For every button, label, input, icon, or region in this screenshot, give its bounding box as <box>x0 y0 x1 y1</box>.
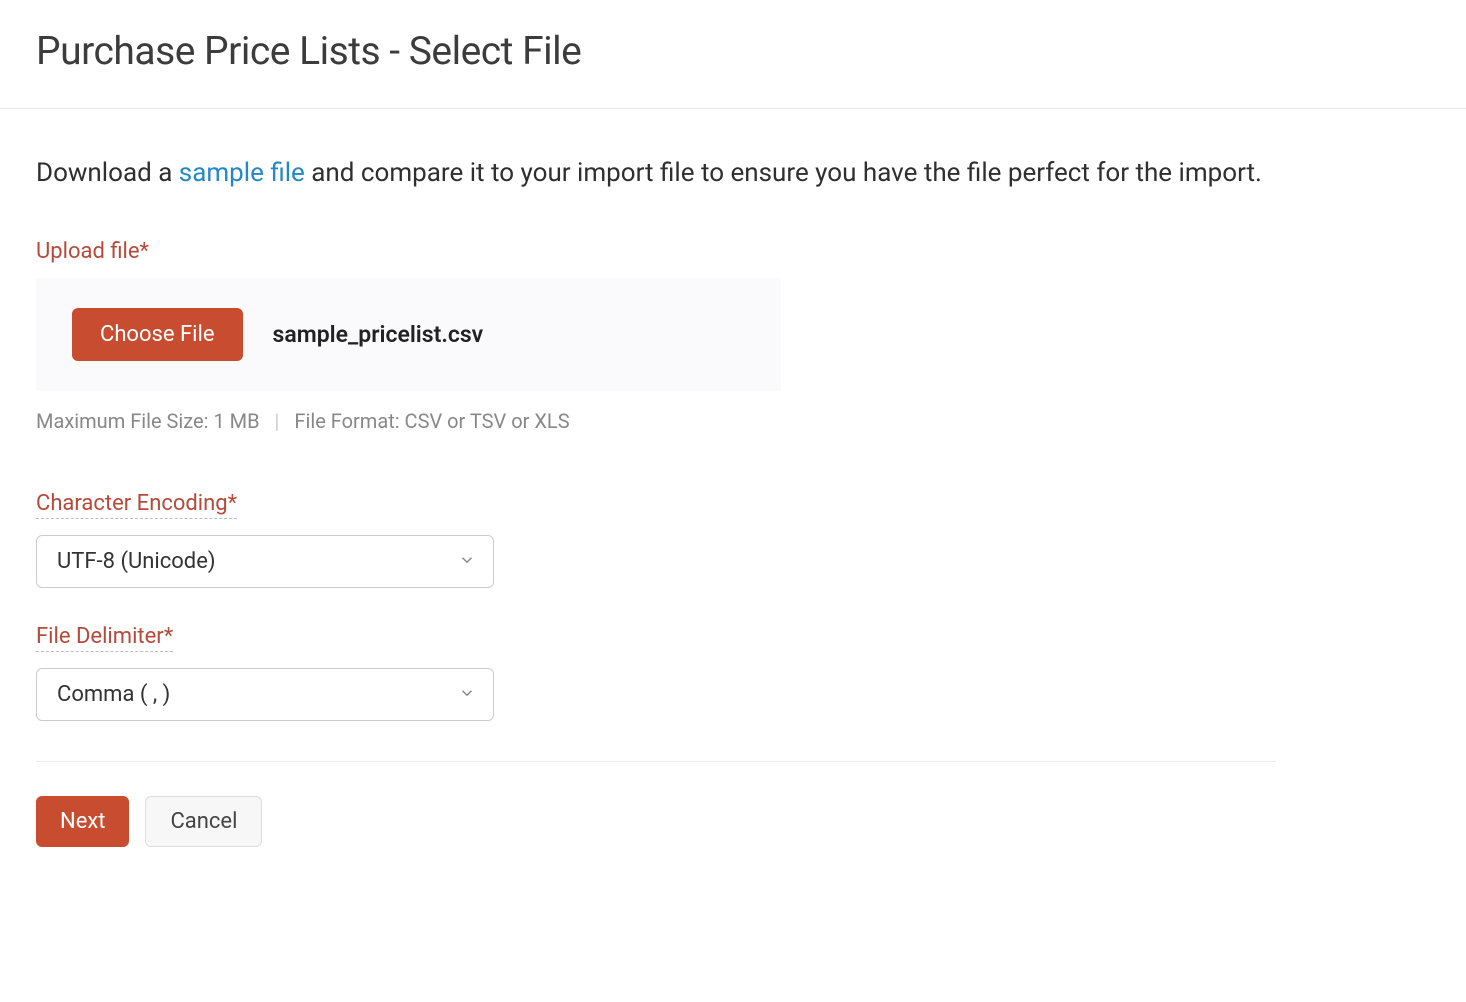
page-title: Purchase Price Lists - Select File <box>36 28 1430 74</box>
file-delimiter-label: File Delimiter* <box>36 624 173 652</box>
next-button[interactable]: Next <box>36 796 129 847</box>
action-buttons: Next Cancel <box>36 796 1430 847</box>
content-area: Download a sample file and compare it to… <box>0 109 1466 883</box>
choose-file-button[interactable]: Choose File <box>72 308 243 361</box>
cancel-button[interactable]: Cancel <box>145 796 262 847</box>
intro-suffix: and compare it to your import file to en… <box>305 158 1262 188</box>
file-hint: Maximum File Size: 1 MB | File Format: C… <box>36 409 1430 433</box>
file-delimiter-select-wrap: Comma ( , ) <box>36 668 494 721</box>
character-encoding-label: Character Encoding* <box>36 491 237 519</box>
page-header: Purchase Price Lists - Select File <box>0 0 1466 109</box>
upload-file-label: Upload file* <box>36 239 1430 264</box>
file-delimiter-value: Comma ( , ) <box>57 682 170 707</box>
hint-separator: | <box>275 409 280 433</box>
upload-zone: Choose File sample_pricelist.csv <box>36 278 781 391</box>
file-hint-size: Maximum File Size: 1 MB <box>36 409 260 433</box>
selected-file-name: sample_pricelist.csv <box>273 321 484 348</box>
file-delimiter-select[interactable]: Comma ( , ) <box>36 668 494 721</box>
character-encoding-select-wrap: UTF-8 (Unicode) <box>36 535 494 588</box>
file-hint-format: File Format: CSV or TSV or XLS <box>294 409 569 433</box>
character-encoding-select[interactable]: UTF-8 (Unicode) <box>36 535 494 588</box>
encoding-section: Character Encoding* UTF-8 (Unicode) <box>36 491 1430 588</box>
sample-file-link[interactable]: sample file <box>179 158 305 188</box>
divider <box>36 761 1276 762</box>
delimiter-section: File Delimiter* Comma ( , ) <box>36 624 1430 721</box>
character-encoding-value: UTF-8 (Unicode) <box>57 549 216 574</box>
intro-text: Download a sample file and compare it to… <box>36 155 1430 191</box>
intro-prefix: Download a <box>36 158 179 188</box>
